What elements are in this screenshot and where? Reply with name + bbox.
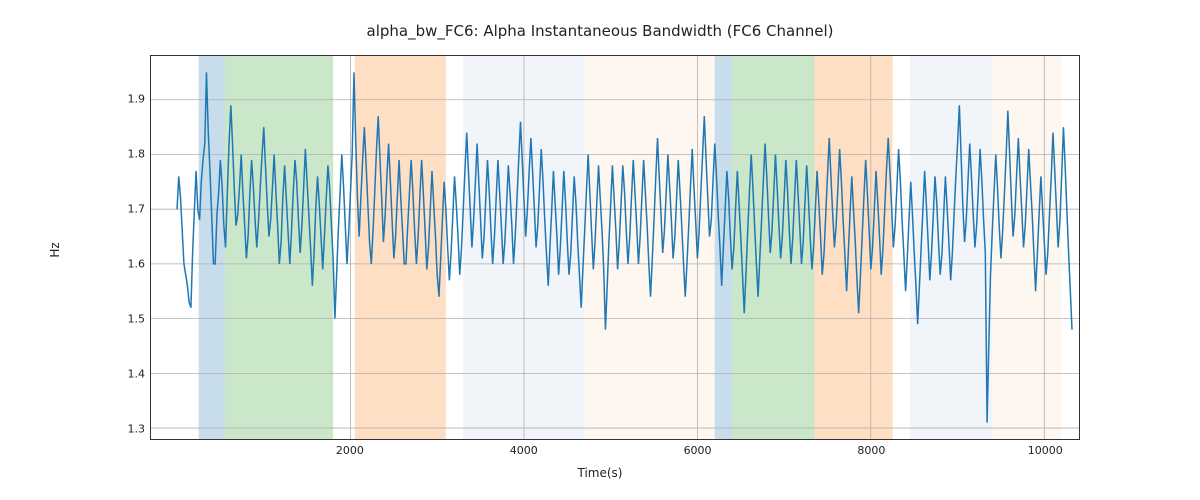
x-tick-label: 4000 [510,444,538,457]
shaded-band [992,56,1061,439]
y-tick-label: 1.9 [115,93,145,106]
plot-svg [151,56,1079,439]
y-tick-label: 1.8 [115,148,145,161]
y-tick-label: 1.7 [115,203,145,216]
plot-area [150,55,1080,440]
shaded-band [585,56,715,439]
shaded-band [910,56,992,439]
y-tick-label: 1.4 [115,368,145,381]
y-axis-label: Hz [48,242,62,257]
shaded-band [814,56,892,439]
x-tick-label: 8000 [857,444,885,457]
figure: alpha_bw_FC6: Alpha Instantaneous Bandwi… [0,0,1200,500]
chart-title: alpha_bw_FC6: Alpha Instantaneous Bandwi… [0,22,1200,40]
shaded-band [199,56,225,439]
y-tick-label: 1.5 [115,313,145,326]
y-tick-label: 1.3 [115,423,145,436]
x-tick-label: 10000 [1028,444,1063,457]
x-axis-label: Time(s) [0,466,1200,480]
x-tick-label: 2000 [336,444,364,457]
shaded-band [355,56,446,439]
x-tick-label: 6000 [684,444,712,457]
y-tick-label: 1.6 [115,258,145,271]
